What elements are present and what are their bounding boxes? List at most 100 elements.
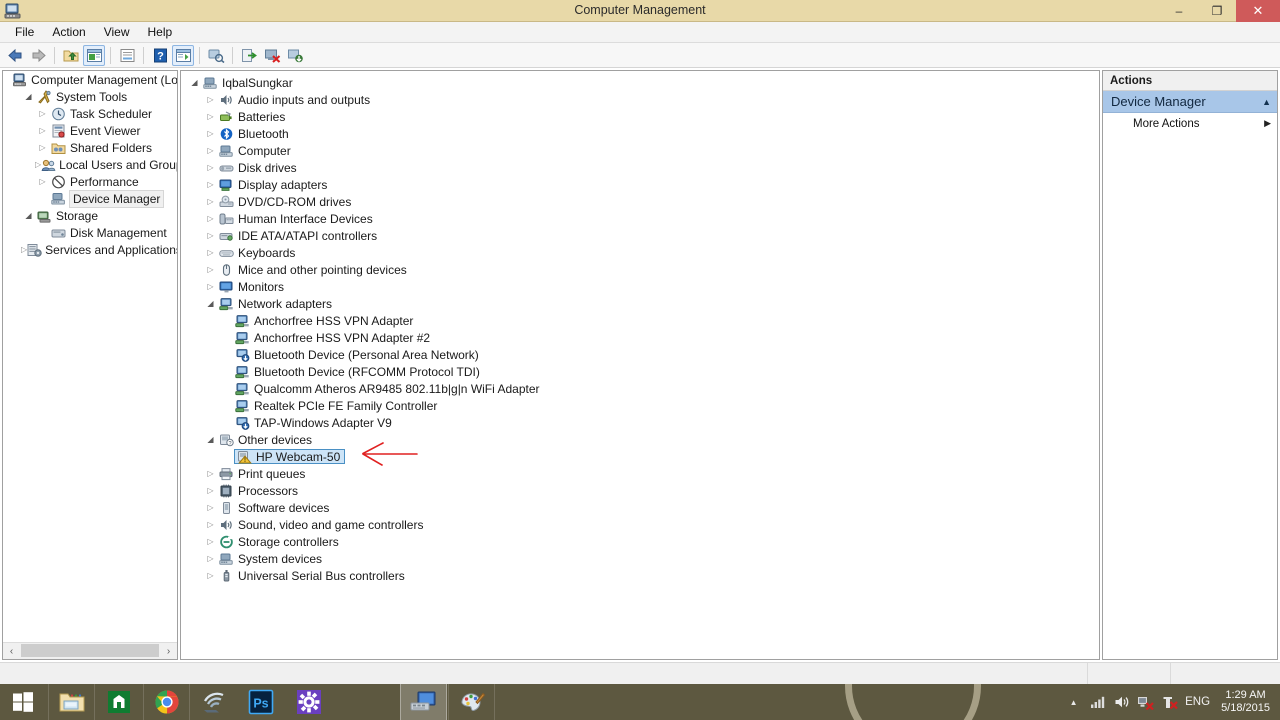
tree-item[interactable]: ▷ Print queues bbox=[181, 465, 1099, 482]
tree-item[interactable]: ▷ Batteries bbox=[181, 108, 1099, 125]
chevron-up-icon[interactable]: ▲ bbox=[1262, 97, 1271, 107]
menu-view[interactable]: View bbox=[95, 23, 139, 41]
taskbar-settings[interactable] bbox=[285, 684, 332, 720]
volume-icon[interactable] bbox=[1113, 693, 1130, 711]
twisty-closed-icon[interactable]: ▷ bbox=[203, 516, 218, 533]
twisty-closed-icon[interactable]: ▷ bbox=[35, 105, 50, 122]
tree-item[interactable]: ▷ Bluetooth Device (RFCOMM Protocol TDI) bbox=[181, 363, 1099, 380]
twisty-closed-icon[interactable]: ▷ bbox=[203, 465, 218, 482]
actions-section-device-manager[interactable]: Device Manager ▲ bbox=[1103, 91, 1277, 113]
tree-item[interactable]: ▷ Storage controllers bbox=[181, 533, 1099, 550]
tree-item[interactable]: ▷ Computer bbox=[181, 142, 1099, 159]
tree-item[interactable]: ▷ Human Interface Devices bbox=[181, 210, 1099, 227]
tree-item[interactable]: ▷ Device Manager bbox=[3, 189, 177, 208]
taskbar-computer-management[interactable] bbox=[400, 684, 447, 720]
tree-root-computer-management[interactable]: ▶ Computer Management (Local bbox=[3, 71, 177, 88]
scroll-right-arrow-icon[interactable]: › bbox=[160, 644, 177, 659]
twisty-closed-icon[interactable]: ▷ bbox=[203, 125, 218, 142]
selected-device-item[interactable]: ! HP Webcam-50 bbox=[234, 449, 346, 464]
tree-item[interactable]: ▷ Display adapters bbox=[181, 176, 1099, 193]
tree-item[interactable]: ▷ Anchorfree HSS VPN Adapter #2 bbox=[181, 329, 1099, 346]
tree-item[interactable]: ▷ Mice and other pointing devices bbox=[181, 261, 1099, 278]
twisty-closed-icon[interactable]: ▷ bbox=[203, 278, 218, 295]
restore-button[interactable]: ❐ bbox=[1198, 0, 1236, 22]
tree-item[interactable]: ▷ Shared Folders bbox=[3, 139, 177, 156]
device-tree-root[interactable]: ◢ IqbalSungkar bbox=[181, 74, 1099, 91]
twisty-closed-icon[interactable]: ▷ bbox=[203, 210, 218, 227]
twisty-open-icon[interactable]: ◢ bbox=[21, 207, 36, 224]
tree-item[interactable]: ▷ Realtek PCIe FE Family Controller bbox=[181, 397, 1099, 414]
twisty-closed-icon[interactable]: ▷ bbox=[203, 159, 218, 176]
twisty-closed-icon[interactable]: ▷ bbox=[35, 173, 50, 190]
tree-item[interactable]: ▷ Qualcomm Atheros AR9485 802.11b|g|n WiF… bbox=[181, 380, 1099, 397]
console-tree-hscrollbar[interactable]: ‹ › bbox=[3, 642, 177, 659]
tree-item[interactable]: ▷ Disk drives bbox=[181, 159, 1099, 176]
action-center-error-icon[interactable] bbox=[1161, 693, 1178, 711]
taskbar-google-chrome[interactable] bbox=[143, 684, 190, 720]
tree-item[interactable]: ▷ Anchorfree HSS VPN Adapter bbox=[181, 312, 1099, 329]
tree-item[interactable]: ▷ Local Users and Groups bbox=[3, 156, 177, 173]
menu-file[interactable]: File bbox=[6, 23, 43, 41]
twisty-closed-icon[interactable]: ▷ bbox=[203, 244, 218, 261]
back-button[interactable] bbox=[4, 45, 26, 66]
actions-row-more-actions[interactable]: More Actions ▶ bbox=[1103, 113, 1277, 134]
tree-item[interactable]: ◢ Storage bbox=[3, 207, 177, 224]
twisty-closed-icon[interactable]: ▷ bbox=[203, 91, 218, 108]
twisty-closed-icon[interactable]: ▷ bbox=[35, 122, 50, 139]
tree-item[interactable]: ▷ Universal Serial Bus controllers bbox=[181, 567, 1099, 584]
tree-item[interactable]: ▷ Keyboards bbox=[181, 244, 1099, 261]
tree-item[interactable]: ▷ Monitors bbox=[181, 278, 1099, 295]
scroll-left-arrow-icon[interactable]: ‹ bbox=[3, 644, 20, 659]
tree-item[interactable]: ▷ IDE ATA/ATAPI controllers bbox=[181, 227, 1099, 244]
twisty-closed-icon[interactable]: ▷ bbox=[203, 108, 218, 125]
start-button[interactable] bbox=[0, 684, 46, 720]
clock[interactable]: 1:29 AM 5/18/2015 bbox=[1217, 689, 1274, 715]
menu-help[interactable]: Help bbox=[139, 23, 182, 41]
twisty-open-icon[interactable]: ◢ bbox=[21, 88, 36, 105]
tree-item[interactable]: ▷ System devices bbox=[181, 550, 1099, 567]
tree-item[interactable]: ▷ Software devices bbox=[181, 499, 1099, 516]
forward-button[interactable] bbox=[27, 45, 49, 66]
scan-for-hardware-changes-button[interactable] bbox=[205, 45, 227, 66]
twisty-closed-icon[interactable]: ▷ bbox=[203, 499, 218, 516]
properties-button[interactable] bbox=[116, 45, 138, 66]
twisty-closed-icon[interactable]: ▷ bbox=[203, 482, 218, 499]
close-button[interactable]: ✕ bbox=[1236, 0, 1280, 22]
tree-item[interactable]: ▷ TAP-Windows Adapter V9 bbox=[181, 414, 1099, 431]
tree-item[interactable]: ▷! HP Webcam-50 bbox=[181, 448, 1099, 465]
tree-item[interactable]: ◢? Other devices bbox=[181, 431, 1099, 448]
twisty-closed-icon[interactable]: ▷ bbox=[203, 227, 218, 244]
twisty-closed-icon[interactable]: ▷ bbox=[203, 567, 218, 584]
taskbar-photoshop[interactable]: Ps bbox=[237, 684, 284, 720]
tree-item[interactable]: ▷ Services and Applications bbox=[3, 241, 177, 258]
taskbar-paint[interactable] bbox=[448, 684, 495, 720]
tree-item[interactable]: ▷ Processors bbox=[181, 482, 1099, 499]
twisty-closed-icon[interactable]: ▷ bbox=[35, 139, 50, 156]
chevron-right-icon[interactable]: ▶ bbox=[1264, 118, 1271, 129]
taskbar-windows-store[interactable] bbox=[95, 684, 142, 720]
tree-item[interactable]: ▷ Disk Management bbox=[3, 224, 177, 241]
tree-item[interactable]: ◢ Network adapters bbox=[181, 295, 1099, 312]
tree-item[interactable]: ▷ Task Scheduler bbox=[3, 105, 177, 122]
minimize-button[interactable]: – bbox=[1160, 0, 1198, 22]
tree-item[interactable]: ▷ Performance bbox=[3, 173, 177, 190]
twisty-closed-icon[interactable]: ▷ bbox=[203, 142, 218, 159]
show-hidden-icons-icon[interactable]: ▲ bbox=[1065, 693, 1082, 711]
up-folder-button[interactable] bbox=[60, 45, 82, 66]
tree-item[interactable]: ▷ Sound, video and game controllers bbox=[181, 516, 1099, 533]
update-driver-button[interactable] bbox=[238, 45, 260, 66]
twisty-closed-icon[interactable]: ▷ bbox=[203, 261, 218, 278]
tree-item[interactable]: ▷ Bluetooth bbox=[181, 125, 1099, 142]
tree-item[interactable]: ▷ DVD/CD-ROM drives bbox=[181, 193, 1099, 210]
twisty-open-icon[interactable]: ◢ bbox=[203, 431, 218, 448]
menu-action[interactable]: Action bbox=[43, 23, 94, 41]
show-hide-console-tree-button[interactable] bbox=[83, 44, 105, 66]
twisty-closed-icon[interactable]: ▷ bbox=[203, 193, 218, 210]
twisty-closed-icon[interactable]: ▷ bbox=[203, 176, 218, 193]
twisty-open-icon[interactable]: ◢ bbox=[203, 295, 218, 312]
help-button[interactable]: ? bbox=[149, 45, 171, 66]
twisty-closed-icon[interactable]: ▷ bbox=[203, 550, 218, 567]
taskbar-file-explorer[interactable] bbox=[48, 684, 95, 720]
disable-device-button[interactable] bbox=[261, 45, 283, 66]
uninstall-device-button[interactable] bbox=[284, 45, 306, 66]
